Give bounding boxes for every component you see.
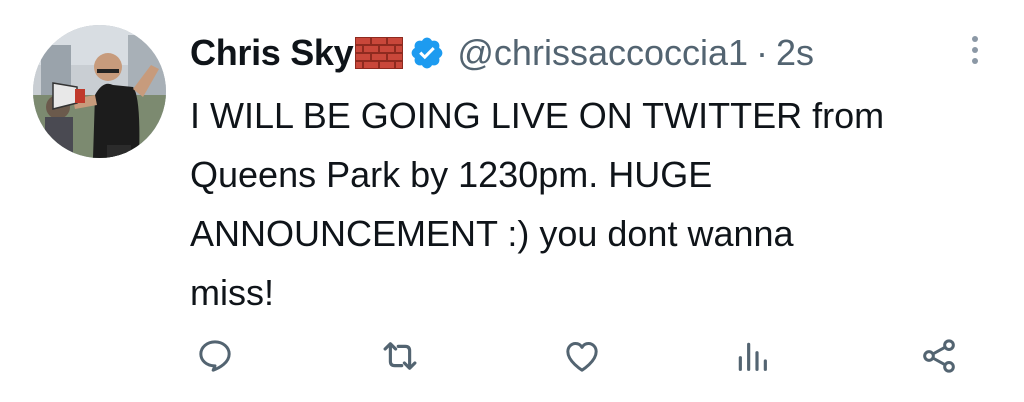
timestamp[interactable]: 2s bbox=[776, 32, 814, 74]
like-button[interactable] bbox=[560, 334, 604, 378]
views-button[interactable] bbox=[730, 334, 774, 378]
avatar-photo bbox=[33, 25, 166, 158]
retweet-button[interactable] bbox=[378, 334, 422, 378]
heart-icon bbox=[566, 342, 598, 372]
share-icon bbox=[923, 339, 955, 373]
brick-icon bbox=[355, 37, 404, 69]
retweet-icon bbox=[383, 342, 417, 370]
share-button[interactable] bbox=[917, 334, 961, 378]
tweet-header: Chris Sky @chrissaccoccia1 · 2s bbox=[190, 28, 814, 78]
tweet-text: I WILL BE GOING LIVE ON TWITTER from Que… bbox=[190, 95, 885, 313]
display-name[interactable]: Chris Sky bbox=[190, 32, 354, 74]
reply-button[interactable] bbox=[193, 334, 237, 378]
separator-dot: · bbox=[756, 32, 769, 73]
avatar[interactable] bbox=[33, 25, 166, 158]
more-options-icon[interactable] bbox=[960, 32, 990, 68]
user-handle[interactable]: @chrissaccoccia1 bbox=[457, 32, 748, 74]
verified-badge-icon bbox=[412, 37, 443, 69]
tweet-card[interactable]: Chris Sky @chrissaccoccia1 · 2s I WILL B… bbox=[0, 0, 1024, 402]
reply-icon bbox=[199, 340, 231, 372]
action-bar bbox=[0, 334, 1024, 378]
analytics-icon bbox=[738, 342, 767, 371]
